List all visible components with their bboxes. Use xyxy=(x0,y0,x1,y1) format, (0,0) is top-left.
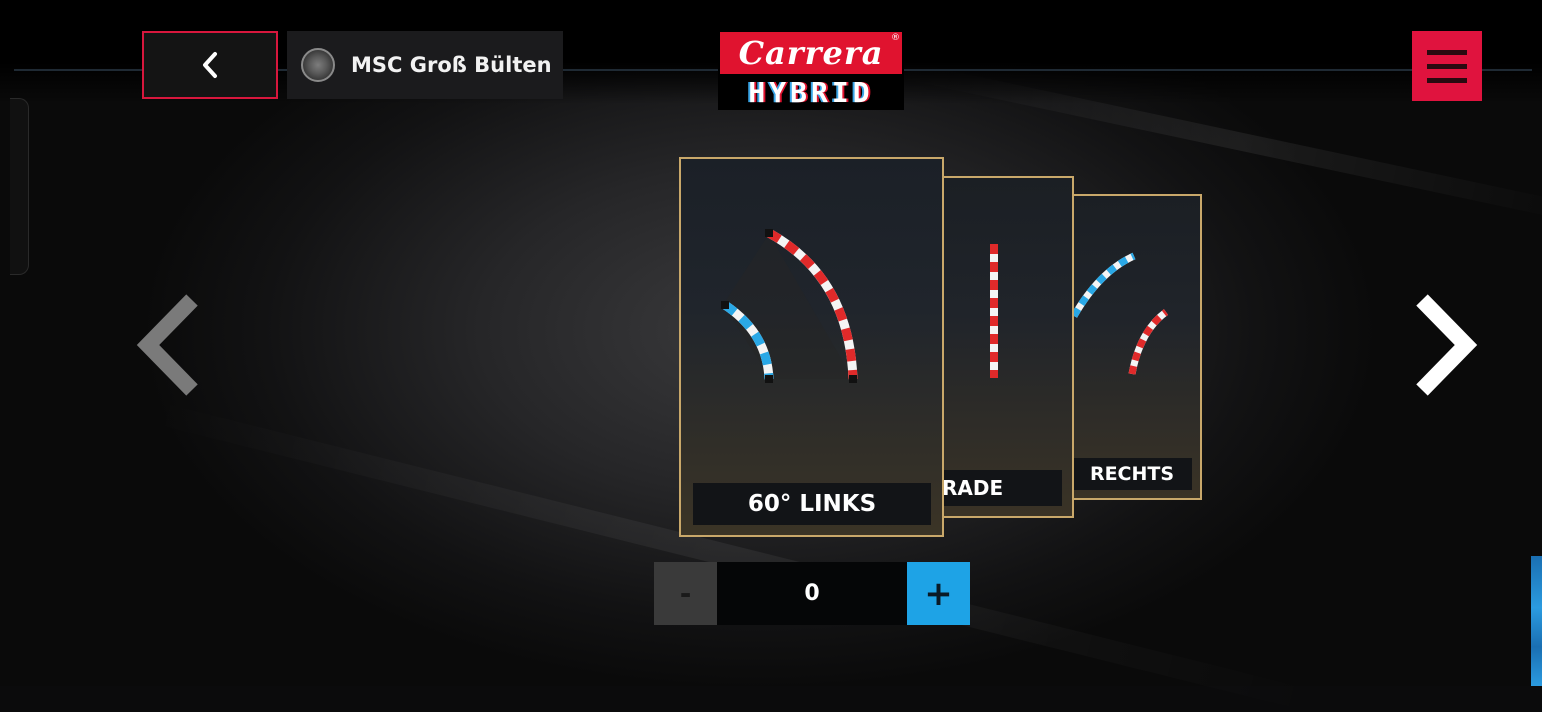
track-curve-left-illustration xyxy=(721,229,858,383)
location-name: MSC Groß Bülten xyxy=(351,53,552,77)
quantity-value: 0 xyxy=(717,562,907,625)
logo-hybrid-text: HYBRID xyxy=(748,75,874,109)
logo-registered-mark: ® xyxy=(891,33,900,43)
location-icon xyxy=(301,48,335,82)
location-selector[interactable]: MSC Groß Bülten xyxy=(287,31,563,99)
quantity-stepper: - 0 + xyxy=(654,562,970,625)
back-button[interactable] xyxy=(142,31,278,99)
chevron-left-icon xyxy=(203,52,217,78)
track-piece-card-curve-right[interactable]: RECHTS xyxy=(1068,194,1202,500)
track-piece-label: 60° LINKS xyxy=(693,483,931,525)
increment-button[interactable]: + xyxy=(907,562,970,625)
chevron-right-large-icon[interactable] xyxy=(1410,290,1480,400)
track-straight-illustration xyxy=(990,244,998,378)
edge-decoration xyxy=(1531,556,1542,686)
side-drawer-handle[interactable] xyxy=(10,98,29,275)
hamburger-line xyxy=(1427,77,1467,83)
track-piece-label: RECHTS xyxy=(1072,458,1192,490)
chevron-left-large-icon[interactable] xyxy=(134,290,204,400)
logo-carrera-text: Carrera xyxy=(720,32,902,74)
track-piece-label: RADE xyxy=(940,470,1062,506)
hamburger-line xyxy=(1427,63,1467,69)
track-piece-card-straight[interactable]: RADE xyxy=(938,176,1074,518)
decrement-button[interactable]: - xyxy=(654,562,717,625)
carrera-hybrid-logo: Carrera ® HYBRID xyxy=(718,30,904,110)
hamburger-menu-icon xyxy=(1427,49,1467,55)
track-curve-right-illustration xyxy=(1070,252,1169,375)
menu-button[interactable] xyxy=(1412,31,1482,101)
track-piece-card-60-left[interactable]: 60° LINKS xyxy=(679,157,944,537)
